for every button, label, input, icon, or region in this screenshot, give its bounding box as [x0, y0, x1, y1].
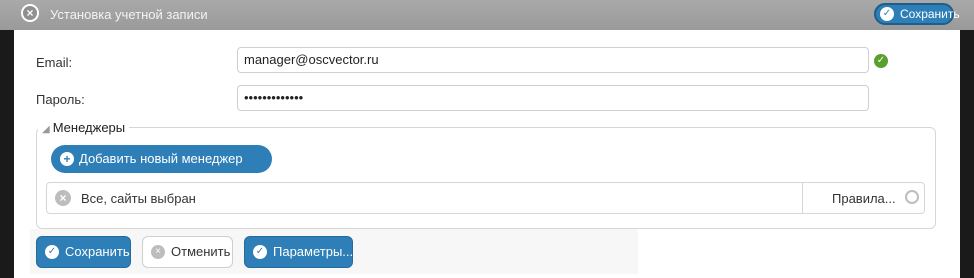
- manager-row: × Все, сайты выбран Правила...: [46, 182, 925, 214]
- check-icon: ✓: [45, 245, 59, 259]
- row-divider: [802, 183, 803, 213]
- rules-radio-icon[interactable]: [905, 190, 919, 204]
- dialog-title: Установка учетной записи: [50, 7, 208, 22]
- check-icon: ✓: [880, 7, 894, 21]
- managers-legend-label: Менеджеры: [52, 120, 126, 135]
- window-frame-left: [0, 0, 14, 278]
- valid-check-icon: ✓: [874, 54, 888, 68]
- email-field[interactable]: manager@oscvector.ru: [237, 47, 869, 73]
- close-icon[interactable]: ×: [21, 4, 39, 22]
- save-button-top-label: Сохранить: [900, 7, 960, 21]
- params-button-label: Параметры...: [273, 244, 354, 259]
- window-frame-right: [960, 0, 974, 278]
- cancel-button-label: Отменить: [171, 244, 231, 259]
- save-button[interactable]: ✓ Сохранить: [36, 236, 131, 268]
- dialog-titlebar: × Установка учетной записи ✓ Сохранить: [0, 0, 974, 30]
- save-button-label: Сохранить: [65, 244, 130, 259]
- password-label: Пароль:: [36, 92, 85, 107]
- params-button[interactable]: ✓ Параметры...: [244, 236, 353, 268]
- email-label: Email:: [36, 55, 73, 70]
- plus-icon: +: [60, 152, 74, 166]
- check-icon: ✓: [253, 245, 267, 259]
- rules-link[interactable]: Правила...: [832, 191, 896, 206]
- save-button-top[interactable]: ✓ Сохранить: [874, 3, 960, 25]
- managers-legend[interactable]: ◢ Менеджеры: [38, 120, 130, 135]
- manager-row-label: Все, сайты выбран: [81, 191, 196, 206]
- remove-row-icon[interactable]: ×: [55, 190, 71, 206]
- cancel-icon: ×: [151, 245, 165, 259]
- add-manager-button[interactable]: + Добавить новый менеджер тегов: [51, 145, 272, 194]
- collapse-caret-icon[interactable]: ◢: [42, 124, 50, 135]
- password-field[interactable]: •••••••••••••: [237, 85, 869, 111]
- cancel-button[interactable]: × Отменить: [142, 236, 233, 268]
